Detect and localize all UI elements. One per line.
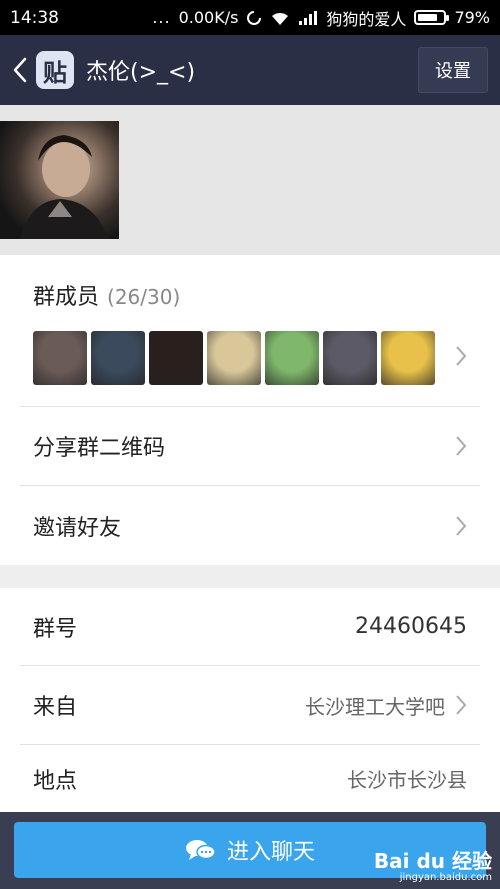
- invite-row[interactable]: 邀请好友: [20, 486, 480, 565]
- baidu-watermark: Bai du 经验 jingyan.baidu.com: [374, 850, 492, 883]
- invite-label: 邀请好友: [33, 515, 122, 541]
- member-avatar-5[interactable]: [265, 331, 319, 385]
- share-qr-row[interactable]: 分享群二维码: [20, 407, 480, 486]
- group-avatar[interactable]: [0, 121, 119, 239]
- watermark-sub: jingyan.baidu.com: [399, 872, 492, 883]
- from-label: 来自: [33, 695, 78, 720]
- tieba-logo: 贴: [36, 51, 74, 89]
- chat-bubble-icon: [185, 840, 216, 860]
- status-bar: 14:38 ... 0.00K/s 狗狗的爱人 79%: [0, 0, 500, 35]
- sync-icon: [246, 10, 262, 26]
- chevron-right-icon: [455, 345, 467, 371]
- battery-percent: 79%: [454, 8, 490, 27]
- location-label: 地点: [33, 768, 78, 794]
- from-row[interactable]: 来自 长沙理工大学吧: [20, 666, 480, 745]
- chevron-right-icon: [455, 515, 467, 537]
- members-header[interactable]: 群成员 (26/30): [33, 279, 180, 311]
- location-value: 长沙市长沙县: [347, 768, 467, 792]
- member-avatar-4[interactable]: [207, 331, 261, 385]
- member-avatar-2[interactable]: [91, 331, 145, 385]
- share-qr-label: 分享群二维码: [33, 436, 166, 461]
- carrier-name: 狗狗的爱人: [326, 9, 407, 29]
- from-value: 长沙理工大学吧: [305, 694, 445, 719]
- signal-icon: [298, 10, 318, 26]
- chevron-left-icon: [13, 57, 27, 83]
- members-label: 群成员: [33, 285, 100, 310]
- group-id-row: 群号 24460645: [20, 588, 480, 666]
- member-avatar-7[interactable]: [381, 331, 435, 385]
- chevron-right-icon: [455, 435, 467, 457]
- member-avatar-3[interactable]: [149, 331, 203, 385]
- back-button[interactable]: [4, 35, 36, 105]
- network-speed: 0.00K/s: [178, 8, 239, 27]
- member-avatars[interactable]: [33, 331, 435, 385]
- watermark-main: Bai du 经验: [373, 849, 492, 873]
- chevron-right-icon: [455, 694, 467, 716]
- member-avatar-1[interactable]: [33, 331, 87, 385]
- bottom-bar: 进入聊天 Bai du 经验 jingyan.baidu.com: [0, 812, 500, 889]
- member-avatar-6[interactable]: [323, 331, 377, 385]
- battery-icon: [414, 10, 450, 25]
- location-row: 地点 长沙市长沙县: [20, 745, 480, 812]
- members-count: (26/30): [107, 285, 181, 309]
- wifi-icon: [270, 10, 290, 26]
- top-nav-bar: 贴 杰伦(>_<) 设置: [0, 35, 500, 105]
- status-time: 14:38: [10, 7, 59, 28]
- page-title: 杰伦(>_<): [86, 60, 196, 85]
- enter-chat-label: 进入聊天: [226, 840, 315, 865]
- group-id-value: 24460645: [355, 614, 467, 639]
- info-card: 群号 24460645 来自 长沙理工大学吧 地点 长沙市长沙县: [0, 588, 500, 812]
- notification-dots: ...: [152, 8, 171, 27]
- group-id-label: 群号: [33, 616, 78, 642]
- members-card: 群成员 (26/30) 分享群二维码 邀请好友: [0, 255, 500, 565]
- settings-button[interactable]: 设置: [418, 47, 488, 93]
- group-banner: [0, 105, 500, 255]
